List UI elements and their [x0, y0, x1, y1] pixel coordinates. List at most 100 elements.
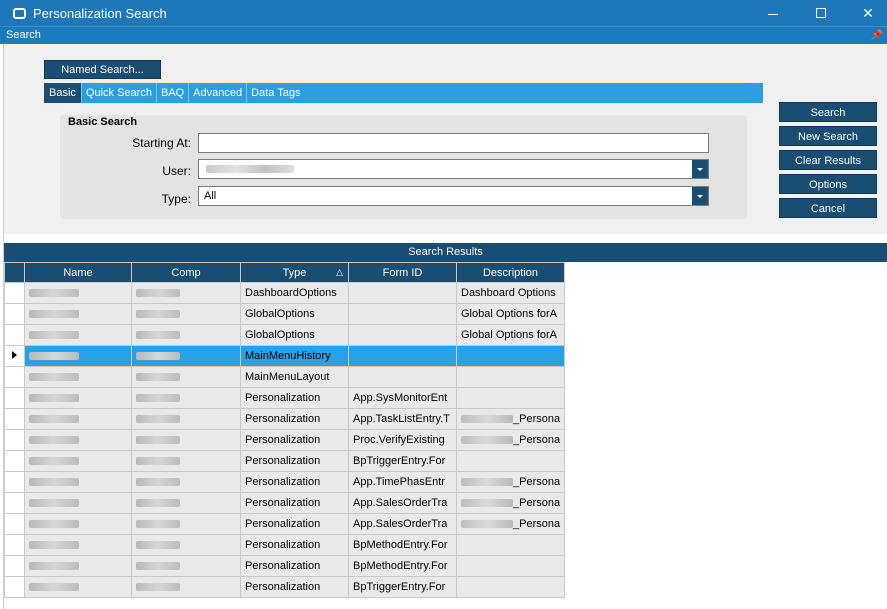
row-selector[interactable]: [4, 303, 25, 325]
cell-form-id[interactable]: [348, 324, 457, 346]
column-header-comp[interactable]: Comp: [131, 262, 241, 283]
cell-name[interactable]: [24, 324, 132, 346]
table-row[interactable]: Personalization App.SalesOrderTra _Persona: [4, 513, 565, 535]
cell-description[interactable]: Dashboard Options: [456, 282, 565, 304]
cell-name[interactable]: [24, 345, 132, 367]
table-row[interactable]: Personalization App.TimePhasEntr _Persona: [4, 471, 565, 493]
row-selector[interactable]: [4, 450, 25, 472]
cell-type[interactable]: GlobalOptions: [240, 303, 349, 325]
named-search-button[interactable]: Named Search...: [44, 60, 161, 79]
cell-type[interactable]: Personalization: [240, 471, 349, 493]
cell-description[interactable]: [456, 345, 565, 367]
table-row[interactable]: Personalization Proc.VerifyExisting _Perso…: [4, 429, 565, 451]
cancel-button[interactable]: Cancel: [779, 198, 877, 218]
cell-comp[interactable]: [131, 303, 241, 325]
cell-comp[interactable]: [131, 387, 241, 409]
row-selector[interactable]: [4, 534, 25, 556]
row-selector[interactable]: [4, 282, 25, 304]
cell-name[interactable]: [24, 576, 132, 598]
table-row[interactable]: Personalization BpMethodEntry.For: [4, 534, 565, 556]
cell-form-id[interactable]: [348, 282, 457, 304]
cell-type[interactable]: Personalization: [240, 576, 349, 598]
cell-comp[interactable]: [131, 513, 241, 535]
close-button[interactable]: ✕: [845, 0, 887, 26]
table-row[interactable]: Personalization App.SalesOrderTra _Persona: [4, 492, 565, 514]
table-row[interactable]: Personalization App.SysMonitorEnt: [4, 387, 565, 409]
table-row[interactable]: Personalization BpTriggerEntry.For: [4, 576, 565, 598]
cell-description[interactable]: [456, 534, 565, 556]
column-header-name[interactable]: Name: [24, 262, 132, 283]
type-select[interactable]: All: [198, 186, 709, 206]
cell-name[interactable]: [24, 408, 132, 430]
row-selector[interactable]: [4, 345, 25, 367]
cell-comp[interactable]: [131, 534, 241, 556]
cell-comp[interactable]: [131, 555, 241, 577]
maximize-button[interactable]: [798, 0, 844, 26]
options-button[interactable]: Options: [779, 174, 877, 194]
cell-comp[interactable]: [131, 324, 241, 346]
table-row[interactable]: Personalization App.TaskListEntry.T _Perso…: [4, 408, 565, 430]
cell-name[interactable]: [24, 534, 132, 556]
cell-name[interactable]: [24, 366, 132, 388]
column-header-form-id[interactable]: Form ID: [348, 262, 457, 283]
pin-icon[interactable]: 📌: [871, 27, 883, 44]
cell-description[interactable]: Global Options forA: [456, 324, 565, 346]
cell-comp[interactable]: [131, 345, 241, 367]
cell-type[interactable]: Personalization: [240, 408, 349, 430]
cell-description[interactable]: [456, 387, 565, 409]
column-header-type[interactable]: Type △: [240, 262, 349, 283]
row-selector[interactable]: [4, 555, 25, 577]
row-selector[interactable]: [4, 366, 25, 388]
cell-comp[interactable]: [131, 576, 241, 598]
table-row[interactable]: MainMenuLayout: [4, 366, 565, 388]
cell-comp[interactable]: [131, 366, 241, 388]
cell-form-id[interactable]: BpTriggerEntry.For: [348, 576, 457, 598]
cell-comp[interactable]: [131, 408, 241, 430]
cell-name[interactable]: [24, 429, 132, 451]
cell-type[interactable]: Personalization: [240, 429, 349, 451]
tab-data-tags[interactable]: Data Tags: [247, 83, 304, 103]
cell-comp[interactable]: [131, 492, 241, 514]
tab-quick-search[interactable]: Quick Search: [82, 83, 157, 103]
cell-form-id[interactable]: App.SalesOrderTra: [348, 492, 457, 514]
row-selector[interactable]: [4, 408, 25, 430]
cell-form-id[interactable]: App.TimePhasEntr: [348, 471, 457, 493]
cell-description[interactable]: [456, 366, 565, 388]
search-button[interactable]: Search: [779, 102, 877, 122]
row-selector[interactable]: [4, 513, 25, 535]
row-selector[interactable]: [4, 492, 25, 514]
cell-form-id[interactable]: App.SalesOrderTra: [348, 513, 457, 535]
row-selector[interactable]: [4, 576, 25, 598]
cell-type[interactable]: MainMenuLayout: [240, 366, 349, 388]
cell-name[interactable]: [24, 387, 132, 409]
cell-name[interactable]: [24, 471, 132, 493]
cell-form-id[interactable]: [348, 303, 457, 325]
row-selector[interactable]: [4, 324, 25, 346]
table-row[interactable]: GlobalOptions Global Options forA: [4, 324, 565, 346]
cell-description[interactable]: [456, 450, 565, 472]
cell-type[interactable]: Personalization: [240, 450, 349, 472]
cell-name[interactable]: [24, 513, 132, 535]
cell-name[interactable]: [24, 492, 132, 514]
cell-name[interactable]: [24, 450, 132, 472]
cell-type[interactable]: GlobalOptions: [240, 324, 349, 346]
table-row[interactable]: MainMenuHistory: [4, 345, 565, 367]
starting-at-input[interactable]: [198, 133, 709, 153]
cell-description[interactable]: _Persona: [456, 492, 565, 514]
tab-baq[interactable]: BAQ: [157, 83, 190, 103]
row-selector[interactable]: [4, 471, 25, 493]
column-header-description[interactable]: Description: [456, 262, 565, 283]
row-selector[interactable]: [4, 387, 25, 409]
cell-description[interactable]: Global Options forA: [456, 303, 565, 325]
cell-form-id[interactable]: BpMethodEntry.For: [348, 555, 457, 577]
minimize-button[interactable]: [750, 0, 796, 26]
cell-form-id[interactable]: App.TaskListEntry.T: [348, 408, 457, 430]
user-select[interactable]: [198, 159, 709, 179]
cell-description[interactable]: [456, 576, 565, 598]
table-row[interactable]: DashboardOptions Dashboard Options: [4, 282, 565, 304]
cell-type[interactable]: Personalization: [240, 534, 349, 556]
cell-form-id[interactable]: BpTriggerEntry.For: [348, 450, 457, 472]
cell-description[interactable]: [456, 555, 565, 577]
cell-form-id[interactable]: BpMethodEntry.For: [348, 534, 457, 556]
table-row[interactable]: GlobalOptions Global Options forA: [4, 303, 565, 325]
